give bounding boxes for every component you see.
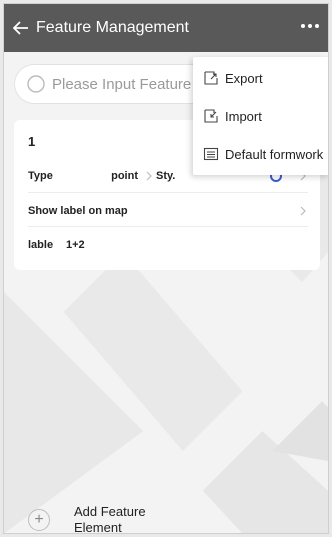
search-icon [27, 75, 45, 93]
type-value[interactable]: point [88, 170, 138, 182]
page-title: Feature Management [36, 19, 189, 36]
show-label-row[interactable]: Show label on map [28, 192, 308, 229]
top-bar: Feature Management [4, 4, 328, 52]
menu-item-export[interactable]: Export [203, 67, 263, 89]
chevron-right-icon [146, 171, 152, 181]
arrow-left-icon[interactable] [10, 17, 32, 39]
chevron-right-icon [300, 206, 306, 216]
type-label: Type [28, 170, 53, 182]
menu-item-default-formwork[interactable]: Default formwork [203, 143, 323, 165]
style-label: Sty. [156, 170, 176, 182]
menu-item-label: Export [225, 70, 263, 86]
show-label-text: Show label on map [28, 205, 128, 217]
export-icon [204, 71, 218, 85]
more-dots-icon[interactable] [296, 15, 324, 37]
import-icon [204, 109, 218, 123]
menu-item-import[interactable]: Import [203, 105, 262, 127]
lable-value: 1+2 [66, 239, 85, 251]
menu-item-label: Import [225, 108, 262, 124]
lable-label: lable [28, 239, 54, 251]
lable-row: lable 1+2 [28, 226, 308, 263]
overflow-menu: Export Import Default formwork [193, 57, 328, 175]
app-frame: Feature Management 1 Type point Sty. Sho… [3, 3, 329, 534]
add-feature-label: Add Feature Element [74, 504, 146, 534]
plus-icon: + [28, 509, 50, 531]
menu-item-label: Default formwork [225, 146, 324, 162]
list-icon [203, 147, 219, 161]
feature-name: 1 [28, 134, 36, 149]
add-feature-element-button[interactable]: + Add Feature Element [28, 504, 164, 534]
